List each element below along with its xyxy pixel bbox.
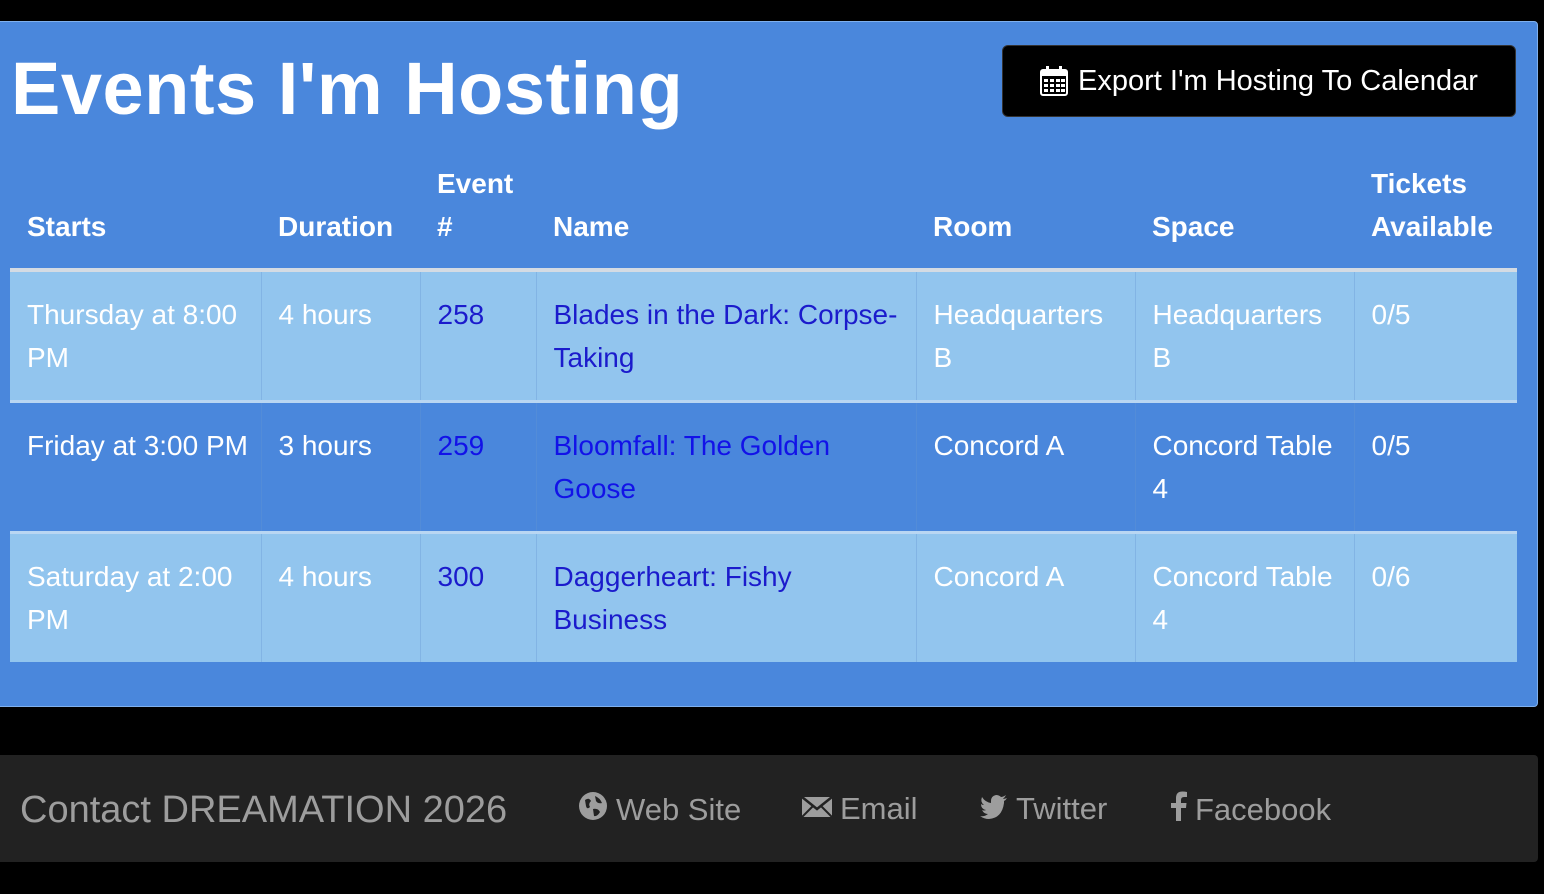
cell-event-number: 258 (420, 270, 537, 402)
event-number-link[interactable]: 259 (438, 430, 485, 461)
column-header-name: Name (536, 162, 916, 272)
page-title: Events I'm Hosting (11, 47, 684, 130)
footer-brand: Contact DREAMATION 2026 (20, 789, 508, 831)
twitter-icon (980, 791, 1008, 827)
cell-event-number: 259 (420, 400, 537, 533)
footer-link-email[interactable]: Email (801, 791, 918, 827)
event-name-link[interactable]: Bloomfall: The Golden Goose (554, 430, 831, 504)
column-header-space: Space (1135, 162, 1354, 272)
cell-event-number: 300 (420, 531, 537, 662)
table-row: Saturday at 2:00 PM 4 hours 300 Daggerhe… (10, 531, 1517, 662)
footer-link-label: Email (840, 791, 918, 826)
footer-link-twitter[interactable]: Twitter (980, 791, 1107, 827)
table-header-row: Starts Duration Event # Name Room Space … (10, 162, 1517, 272)
column-header-tickets: Tickets Available (1354, 162, 1517, 272)
event-number-link[interactable]: 300 (438, 561, 485, 592)
cell-duration: 3 hours (261, 400, 421, 533)
column-header-room: Room (916, 162, 1135, 272)
event-number-link[interactable]: 258 (438, 299, 485, 330)
footer-link-facebook[interactable]: Facebook (1171, 791, 1331, 829)
globe-icon (578, 791, 608, 829)
cell-space: Concord Table 4 (1135, 531, 1355, 662)
footer-link-label: Twitter (1016, 791, 1108, 826)
cell-name: Bloomfall: The Golden Goose (536, 400, 917, 533)
footer-link-website[interactable]: Web Site (578, 791, 741, 829)
column-header-duration: Duration (261, 162, 420, 272)
footer-link-label: Web Site (616, 792, 742, 827)
cell-starts: Friday at 3:00 PM (10, 400, 262, 533)
cell-tickets: 0/6 (1354, 531, 1517, 662)
envelope-icon (801, 791, 833, 827)
facebook-icon (1171, 791, 1187, 829)
export-calendar-button[interactable]: Export I'm Hosting To Calendar (1002, 45, 1516, 117)
cell-tickets: 0/5 (1354, 400, 1517, 533)
cell-space: Headquarters B (1135, 270, 1355, 402)
cell-duration: 4 hours (261, 270, 421, 402)
cell-starts: Thursday at 8:00 PM (10, 270, 262, 402)
table-row: Thursday at 8:00 PM 4 hours 258 Blades i… (10, 270, 1517, 402)
events-table: Starts Duration Event # Name Room Space … (10, 162, 1517, 662)
event-name-link[interactable]: Daggerheart: Fishy Business (554, 561, 792, 635)
calendar-icon (1040, 66, 1069, 96)
footer-link-label: Facebook (1195, 792, 1332, 827)
cell-room: Concord A (916, 531, 1136, 662)
cell-tickets: 0/5 (1354, 270, 1517, 402)
cell-space: Concord Table 4 (1135, 400, 1355, 533)
export-calendar-label: Export I'm Hosting To Calendar (1078, 64, 1478, 97)
events-panel: Events I'm Hosting Export I'm Hosting To… (0, 21, 1538, 707)
cell-name: Daggerheart: Fishy Business (536, 531, 917, 662)
footer: Contact DREAMATION 2026 Web Site Email T… (0, 755, 1538, 862)
cell-starts: Saturday at 2:00 PM (10, 531, 262, 662)
column-header-starts: Starts (10, 162, 261, 272)
cell-duration: 4 hours (261, 531, 421, 662)
cell-room: Headquarters B (916, 270, 1136, 402)
cell-name: Blades in the Dark: Corpse-Taking (536, 270, 917, 402)
cell-room: Concord A (916, 400, 1136, 533)
table-row: Friday at 3:00 PM 3 hours 259 Bloomfall:… (10, 400, 1517, 533)
column-header-event-number: Event # (420, 162, 536, 272)
event-name-link[interactable]: Blades in the Dark: Corpse-Taking (554, 299, 898, 373)
